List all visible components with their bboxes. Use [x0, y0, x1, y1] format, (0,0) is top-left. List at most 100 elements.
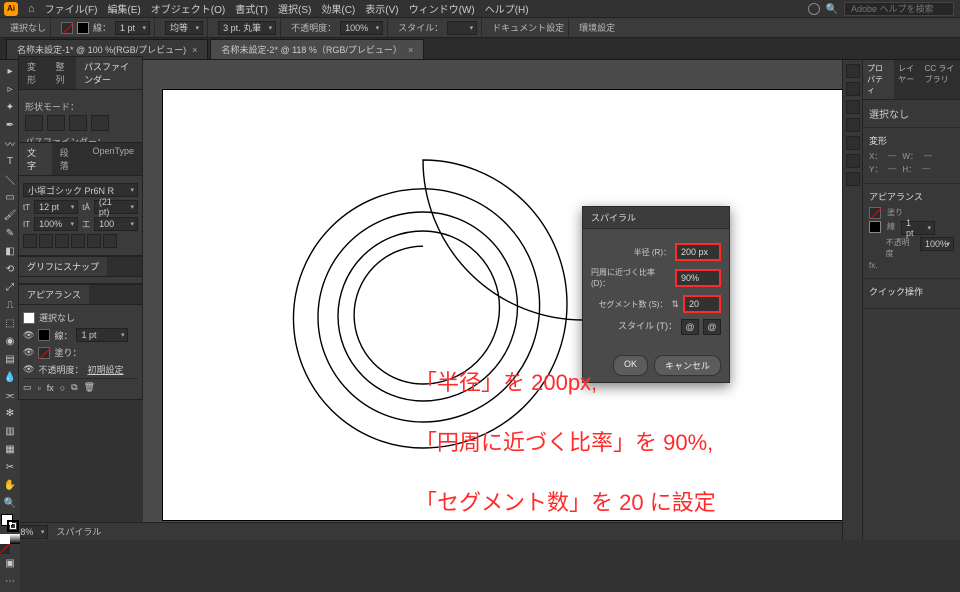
zoom-tool[interactable]: 🔍 — [0, 494, 20, 512]
brush-tool[interactable]: 🖌 — [0, 206, 20, 224]
appearance-swatch[interactable] — [23, 312, 35, 324]
menu-help[interactable]: ヘルプ(H) — [485, 1, 529, 16]
menu-object[interactable]: オブジェクト(O) — [151, 1, 225, 16]
hand-tool[interactable]: ✋ — [0, 476, 20, 494]
tab-layers[interactable]: レイヤー — [894, 60, 921, 99]
tab-cc-libraries[interactable]: CC ライブラリ — [921, 60, 960, 99]
tab-doc-2[interactable]: 名称未設定-2* @ 118 %（RGB/プレビュー）× — [210, 39, 424, 59]
cloud-icon[interactable] — [808, 3, 820, 15]
tab-properties[interactable]: プロパティ — [863, 60, 894, 99]
minus-front-icon[interactable] — [47, 115, 65, 131]
panel-icon[interactable] — [846, 172, 860, 186]
fill-stroke-swatches[interactable] — [1, 514, 19, 532]
snap-icon[interactable] — [39, 234, 53, 248]
leading-dropdown[interactable]: (21 pt) — [94, 200, 138, 214]
help-search-input[interactable] — [844, 2, 954, 16]
stepper-icon[interactable]: ⇅ — [671, 299, 679, 310]
panel-icon[interactable] — [846, 136, 860, 150]
eyedropper-tool[interactable]: 💧 — [0, 368, 20, 386]
panel-icon[interactable] — [846, 64, 860, 78]
shape-builder-tool[interactable]: ◉ — [0, 332, 20, 350]
close-icon[interactable]: × — [408, 45, 413, 55]
kerning-dropdown[interactable]: 100 — [94, 217, 138, 231]
trash-icon[interactable]: 🗑 — [84, 382, 95, 393]
artboard-tool[interactable]: ▦ — [0, 440, 20, 458]
free-transform-tool[interactable]: ⬚ — [0, 314, 20, 332]
panel-icon[interactable]: ▭ — [23, 382, 32, 393]
fill-swatch[interactable] — [869, 207, 881, 219]
screen-mode-tool[interactable]: ▣ — [0, 554, 20, 572]
fill-swatch[interactable] — [61, 22, 73, 34]
shaper-tool[interactable]: ✎ — [0, 224, 20, 242]
menu-effect[interactable]: 効果(C) — [321, 1, 355, 16]
radius-input[interactable] — [675, 243, 721, 261]
brush-dropdown[interactable]: 3 pt. 丸筆 — [218, 21, 276, 35]
symbol-tool[interactable]: ✻ — [0, 404, 20, 422]
intersect-icon[interactable] — [69, 115, 87, 131]
tracking-dropdown[interactable]: 100% — [34, 217, 78, 231]
spiral-style-cw-icon[interactable]: @ — [681, 319, 699, 335]
panel-icon[interactable]: ▫ — [38, 383, 41, 393]
align-dropdown[interactable]: 均等 — [165, 21, 203, 35]
font-size-dropdown[interactable]: 12 pt — [34, 200, 78, 214]
selection-tool[interactable]: ▸ — [0, 62, 20, 80]
graph-tool[interactable]: ▥ — [0, 422, 20, 440]
tab-appearance[interactable]: アピアランス — [19, 285, 89, 304]
prefs-button[interactable]: 環境設定 — [579, 21, 615, 34]
snap-icon[interactable] — [55, 234, 69, 248]
opacity-dropdown[interactable]: 100% — [340, 21, 383, 35]
curvature-tool[interactable]: 〰 — [0, 134, 20, 152]
snap-icon[interactable] — [87, 234, 101, 248]
unite-icon[interactable] — [25, 115, 43, 131]
stroke-weight-dropdown[interactable]: 1 pt — [901, 221, 935, 235]
panel-icon[interactable] — [846, 118, 860, 132]
menu-window[interactable]: ウィンドウ(W) — [409, 1, 475, 16]
fx-icon[interactable]: fx. — [869, 261, 877, 270]
tab-paragraph[interactable]: 段落 — [52, 143, 85, 175]
clear-icon[interactable]: ○ — [60, 383, 65, 393]
stroke-swatch[interactable] — [869, 221, 881, 233]
opacity-dropdown[interactable]: 100% — [920, 237, 954, 251]
exclude-icon[interactable] — [91, 115, 109, 131]
rotate-tool[interactable]: ⟲ — [0, 260, 20, 278]
direct-select-tool[interactable]: ▹ — [0, 80, 20, 98]
magic-wand-tool[interactable]: ✦ — [0, 98, 20, 116]
snap-icon[interactable] — [71, 234, 85, 248]
font-family-dropdown[interactable]: 小塚ゴシック Pr6N R — [23, 183, 138, 197]
menu-file[interactable]: ファイル(F) — [45, 1, 98, 16]
fx-icon[interactable]: fx — [47, 383, 54, 393]
tab-align[interactable]: 整列 — [48, 57, 77, 89]
gradient-tool[interactable]: ▤ — [0, 350, 20, 368]
style-dropdown[interactable] — [447, 21, 477, 35]
menu-edit[interactable]: 編集(E) — [107, 1, 140, 16]
menu-type[interactable]: 書式(T) — [235, 1, 268, 16]
snap-icon[interactable] — [23, 234, 37, 248]
ok-button[interactable]: OK — [613, 355, 648, 376]
panel-icon[interactable] — [846, 154, 860, 168]
pen-tool[interactable]: ✒ — [0, 116, 20, 134]
tab-character[interactable]: 文字 — [19, 143, 52, 175]
cancel-button[interactable]: キャンセル — [654, 355, 721, 376]
opacity-value[interactable]: 初期設定 — [87, 363, 123, 376]
stroke-weight-dropdown[interactable]: 1 pt — [115, 21, 150, 35]
panel-icon[interactable] — [846, 82, 860, 96]
menu-view[interactable]: 表示(V) — [365, 1, 398, 16]
eraser-tool[interactable]: ◧ — [0, 242, 20, 260]
doc-settings-button[interactable]: ドキュメント設定 — [492, 21, 564, 34]
eye-icon[interactable]: 👁 — [23, 364, 34, 375]
snap-icon[interactable] — [103, 234, 117, 248]
edit-toolbar-button[interactable]: ⋯ — [0, 572, 20, 590]
fill-swatch[interactable] — [38, 347, 50, 359]
panel-icon[interactable] — [846, 100, 860, 114]
segments-input[interactable] — [683, 295, 721, 313]
stroke-swatch[interactable] — [77, 22, 89, 34]
stroke-weight-dropdown[interactable]: 1 pt — [76, 328, 128, 342]
tab-opentype[interactable]: OpenType — [84, 143, 142, 175]
duplicate-icon[interactable]: ⧉ — [71, 382, 77, 393]
close-icon[interactable]: × — [192, 45, 197, 55]
menu-select[interactable]: 選択(S) — [278, 1, 311, 16]
tab-pathfinder[interactable]: パスファインダー — [76, 57, 142, 89]
blend-tool[interactable]: ⫘ — [0, 386, 20, 404]
color-mode-icons[interactable] — [0, 534, 20, 554]
stroke-swatch[interactable] — [38, 329, 50, 341]
